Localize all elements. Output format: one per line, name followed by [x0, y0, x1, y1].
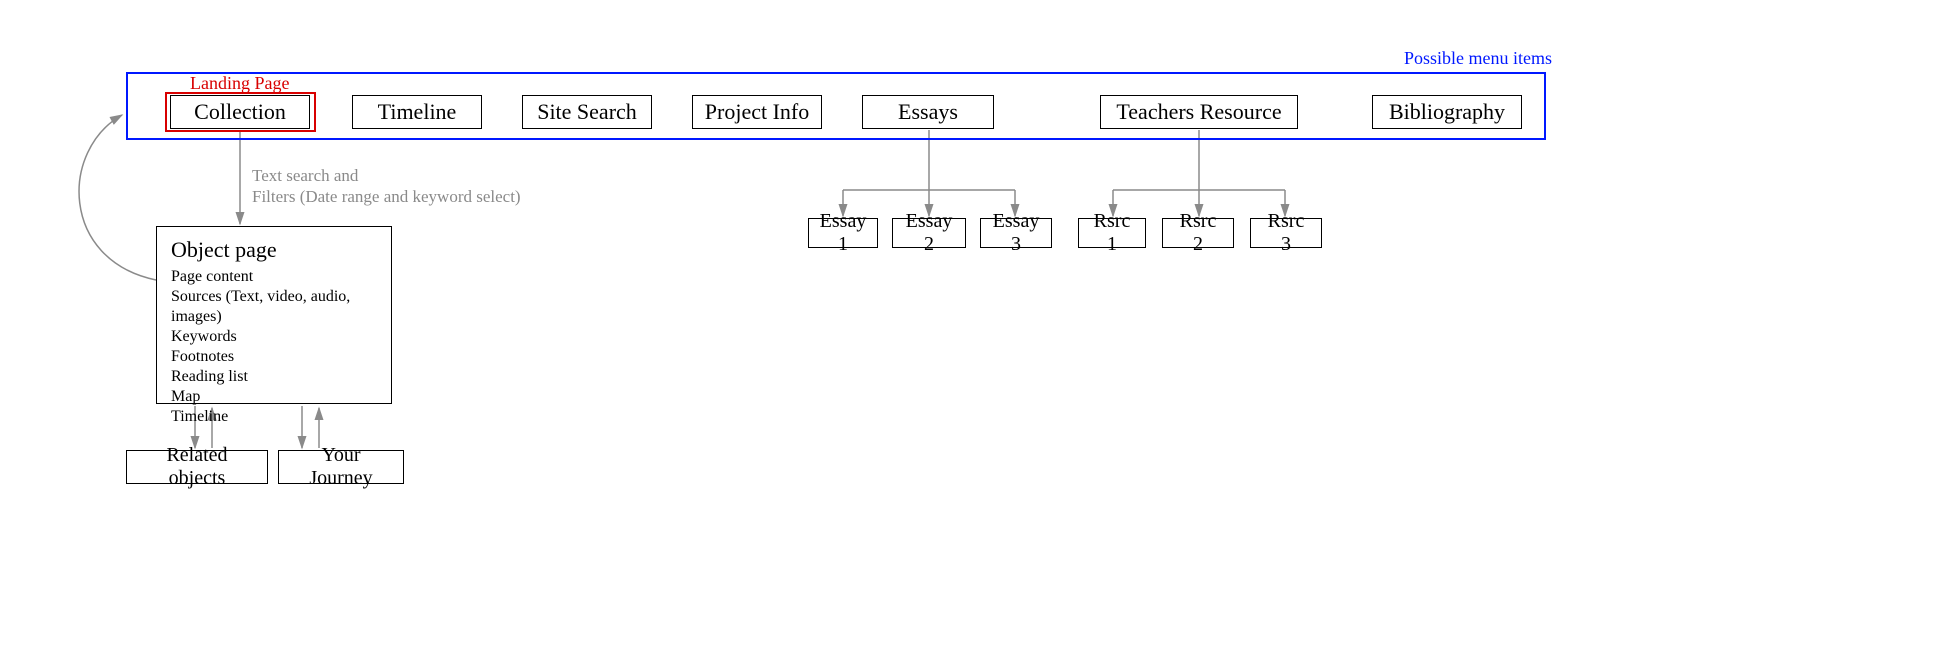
rsrc-2-label: Rsrc 2 — [1173, 210, 1223, 256]
essay-3-box: Essay 3 — [980, 218, 1052, 248]
diagram-stage: Possible menu items Landing Page Collect… — [0, 0, 1956, 668]
menu-collection[interactable]: Collection — [170, 95, 310, 129]
landing-page-label: Landing Page — [190, 73, 289, 94]
object-page-item: Map — [171, 387, 377, 407]
menu-bibliography-label: Bibliography — [1389, 99, 1505, 125]
menu-frame — [126, 72, 1546, 140]
essay-2-label: Essay 2 — [903, 210, 955, 256]
menu-collection-label: Collection — [194, 99, 286, 125]
menu-frame-label: Possible menu items — [1404, 48, 1552, 69]
object-page-item: Keywords — [171, 327, 377, 347]
object-page-item: Sources (Text, video, audio, images) — [171, 287, 377, 327]
object-page-box: Object page Page content Sources (Text, … — [156, 226, 392, 404]
object-page-item: Reading list — [171, 367, 377, 387]
filters-note-line1: Text search and — [252, 165, 521, 186]
menu-site-search[interactable]: Site Search — [522, 95, 652, 129]
essay-3-label: Essay 3 — [991, 210, 1041, 256]
menu-project-info-label: Project Info — [705, 99, 809, 125]
rsrc-1-box: Rsrc 1 — [1078, 218, 1146, 248]
filters-note: Text search and Filters (Date range and … — [252, 165, 521, 208]
menu-timeline[interactable]: Timeline — [352, 95, 482, 129]
your-journey-label: Your Journey — [289, 444, 393, 490]
menu-project-info[interactable]: Project Info — [692, 95, 822, 129]
related-objects-label: Related objects — [137, 444, 257, 490]
object-page-item: Timeline — [171, 407, 377, 427]
your-journey-box: Your Journey — [278, 450, 404, 484]
essay-1-box: Essay 1 — [808, 218, 878, 248]
menu-site-search-label: Site Search — [537, 99, 637, 125]
menu-timeline-label: Timeline — [378, 99, 457, 125]
rsrc-1-label: Rsrc 1 — [1089, 210, 1135, 256]
menu-teachers-resource-label: Teachers Resource — [1116, 99, 1281, 125]
menu-essays[interactable]: Essays — [862, 95, 994, 129]
rsrc-3-box: Rsrc 3 — [1250, 218, 1322, 248]
menu-bibliography[interactable]: Bibliography — [1372, 95, 1522, 129]
menu-teachers-resource[interactable]: Teachers Resource — [1100, 95, 1298, 129]
rsrc-3-label: Rsrc 3 — [1261, 210, 1311, 256]
object-page-item: Page content — [171, 267, 377, 287]
object-page-title: Object page — [171, 237, 377, 263]
object-page-item: Footnotes — [171, 347, 377, 367]
related-objects-box: Related objects — [126, 450, 268, 484]
filters-note-line2: Filters (Date range and keyword select) — [252, 186, 521, 207]
essay-1-label: Essay 1 — [819, 210, 867, 256]
rsrc-2-box: Rsrc 2 — [1162, 218, 1234, 248]
essay-2-box: Essay 2 — [892, 218, 966, 248]
menu-essays-label: Essays — [898, 99, 958, 125]
